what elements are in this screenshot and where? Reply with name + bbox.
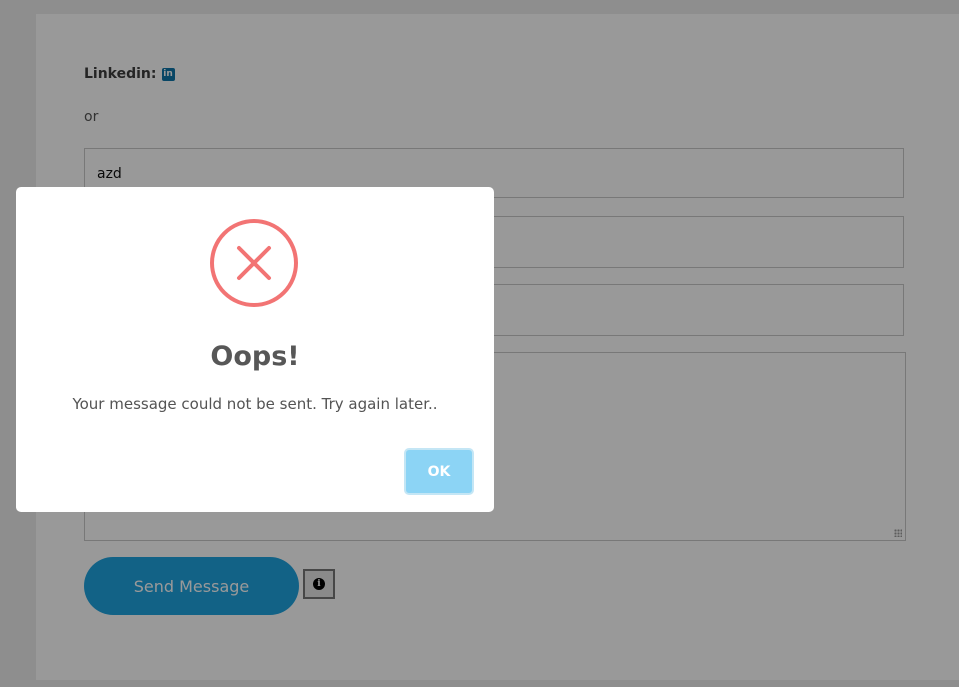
modal-message: Your message could not be sent. Try agai… — [72, 395, 438, 413]
ok-button[interactable]: OK — [404, 448, 474, 495]
modal-title: Oops! — [210, 341, 300, 372]
error-x-icon — [210, 219, 298, 307]
error-modal: Oops! Your message could not be sent. Tr… — [16, 187, 494, 512]
